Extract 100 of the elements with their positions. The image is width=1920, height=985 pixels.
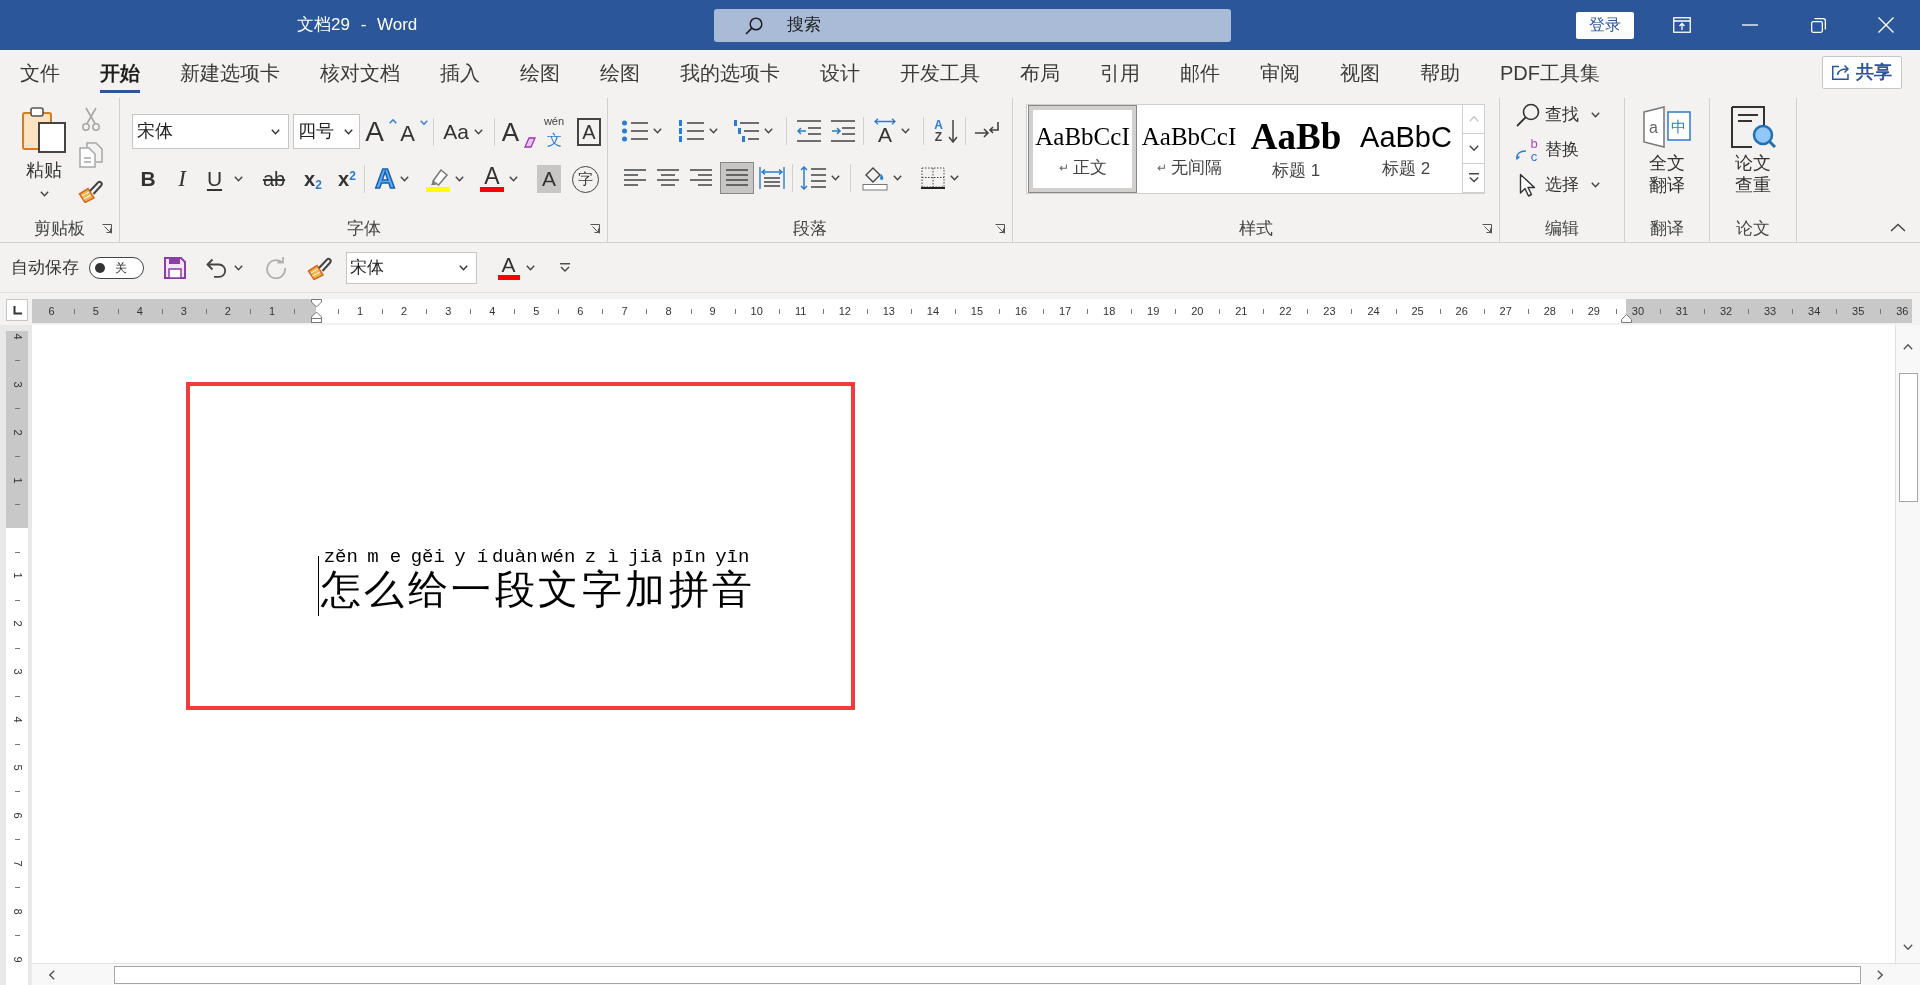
ruler-number: 9: [11, 955, 23, 963]
caret-down-icon: [419, 119, 428, 125]
group-label: 样式: [1239, 218, 1273, 241]
ruler-number: 1: [11, 572, 23, 579]
asian-layout-button[interactable]: A: [870, 115, 914, 147]
subscript-button[interactable]: x$_{2}$: [299, 163, 327, 195]
double-arrow-icon: [874, 118, 896, 125]
dialog-launcher-button[interactable]: [588, 222, 602, 236]
text-cursor: [318, 556, 319, 616]
dialog-launcher-button[interactable]: [993, 222, 1007, 236]
strikethrough-button[interactable]: ab: [257, 163, 291, 195]
style-gallery-item[interactable]: AaBbCcI ↵ 无间隔: [1137, 105, 1241, 193]
caret-icon: [344, 128, 353, 135]
ribbon-tab[interactable]: 设计: [800, 50, 880, 94]
ribbon-tab[interactable]: 视图: [1320, 50, 1400, 94]
dialog-launcher-button[interactable]: [100, 222, 114, 236]
ribbon-tab[interactable]: 文件: [0, 50, 80, 94]
ribbon-tab[interactable]: 帮助: [1400, 50, 1480, 94]
bulleted-list-icon: [622, 120, 648, 142]
paint-bucket-icon: [862, 165, 888, 191]
ruler-number: 7: [11, 860, 23, 867]
font-name-combobox[interactable]: 宋体: [132, 114, 289, 149]
ribbon-tab[interactable]: 新建选项卡: [160, 50, 300, 94]
ruler-number: 1: [11, 477, 23, 484]
ribbon-tab[interactable]: 开始: [80, 50, 160, 94]
tab-stop-selector[interactable]: [6, 299, 28, 321]
grow-font-button[interactable]: A: [366, 115, 396, 148]
scrollbar-thumb[interactable]: [1898, 373, 1918, 502]
gallery-more-button[interactable]: [1462, 163, 1484, 193]
l-shape-icon: [12, 305, 22, 315]
ribbon-tab[interactable]: 审阅: [1240, 50, 1320, 94]
ribbon-tab[interactable]: 引用: [1080, 50, 1160, 94]
corner-arrow-icon: [1482, 224, 1492, 234]
font-name-combobox[interactable]: 宋体: [346, 251, 477, 284]
change-case-button[interactable]: Aa: [440, 115, 486, 148]
caret-icon: [831, 175, 840, 181]
caret-icon: [901, 128, 910, 134]
ruler-number: 31: [1675, 305, 1689, 317]
search-field[interactable]: 搜索: [714, 8, 1231, 42]
ribbon-tab[interactable]: 绘图: [580, 50, 660, 94]
paper-check-button[interactable]: 论文查重: [1730, 106, 1776, 196]
paste-button[interactable]: 粘贴: [14, 102, 74, 210]
ribbon-tab[interactable]: 核对文档: [300, 50, 420, 94]
bold-button[interactable]: B: [134, 163, 162, 195]
ruler-number: 35: [1852, 305, 1865, 317]
style-gallery-item[interactable]: AaBbCcI ↵ 正文: [1028, 105, 1137, 193]
phonetic-guide-button[interactable]: wén 文: [539, 115, 569, 148]
ruler-number: 18: [1103, 305, 1116, 317]
caret-icon: [473, 128, 483, 135]
superscript-button[interactable]: x$^{2}$: [333, 163, 361, 195]
group-label: 剪贴板: [34, 218, 85, 241]
justify-button[interactable]: [720, 162, 754, 194]
italic-button[interactable]: I: [168, 163, 196, 195]
caret-icon: [893, 175, 902, 181]
ruler-number: 4: [11, 333, 23, 340]
circular-arrow-icon: [265, 256, 287, 279]
character-shading-button[interactable]: A: [534, 163, 564, 195]
clear-formatting-button[interactable]: A: [503, 115, 535, 148]
full-text-translate-button[interactable]: a 中 全文翻译: [1643, 106, 1691, 196]
ruler-number: 28: [1543, 305, 1556, 317]
ruler-number: 21: [1235, 305, 1248, 317]
scrollbar-thumb[interactable]: [114, 965, 1861, 984]
sign-in-button[interactable]: 登录: [1576, 11, 1634, 39]
ribbon-tab[interactable]: 我的选项卡: [660, 50, 800, 94]
caret-icon: [1468, 145, 1479, 152]
find-button[interactable]: 查找: [1515, 98, 1600, 131]
ribbon-tab[interactable]: 开发工具: [880, 50, 1000, 94]
autosave-toggle[interactable]: 关: [89, 256, 144, 279]
style-gallery-item[interactable]: AaBbC 标题 2: [1351, 105, 1461, 193]
shrink-font-button[interactable]: A: [400, 115, 428, 148]
caret-icon: [1591, 181, 1600, 188]
indent-icon: [831, 120, 855, 142]
caret-icon: [653, 128, 662, 134]
share-icon: [1832, 64, 1850, 80]
down-arrow-icon: [947, 119, 958, 143]
font-color-button[interactable]: A: [476, 163, 522, 195]
ribbon-tab[interactable]: 绘图: [500, 50, 580, 94]
ribbon-tab[interactable]: 邮件: [1160, 50, 1240, 94]
chinese-character: 一: [451, 568, 492, 612]
ribbon-tab[interactable]: 布局: [1000, 50, 1080, 94]
font-color-button[interactable]: A: [495, 252, 537, 283]
ruler-number: 5: [92, 305, 99, 317]
sort-button[interactable]: A Z: [930, 115, 962, 147]
style-gallery-item[interactable]: AaBb 标题 1: [1241, 105, 1351, 193]
dialog-launcher-button[interactable]: [1480, 222, 1494, 236]
ribbon-tab[interactable]: 插入: [420, 50, 500, 94]
caret-up-icon: [1903, 344, 1913, 350]
share-button[interactable]: 共享: [1822, 55, 1902, 89]
pinyin-text: duàn: [491, 546, 538, 568]
ribbon-tab[interactable]: PDF工具集: [1480, 50, 1620, 94]
caret-up-icon: [1890, 222, 1906, 232]
font-size-combobox[interactable]: 四号: [293, 114, 360, 149]
select-button[interactable]: 选择: [1515, 168, 1600, 201]
borders-icon: [921, 167, 945, 189]
character-border-button[interactable]: A: [574, 115, 604, 148]
underline-button[interactable]: U: [201, 163, 249, 195]
ruler-number: 32: [1719, 305, 1733, 317]
ruler-number: 23: [1323, 305, 1336, 317]
group-label: 论文: [1736, 218, 1770, 241]
toggle-knob-icon: [95, 262, 105, 273]
